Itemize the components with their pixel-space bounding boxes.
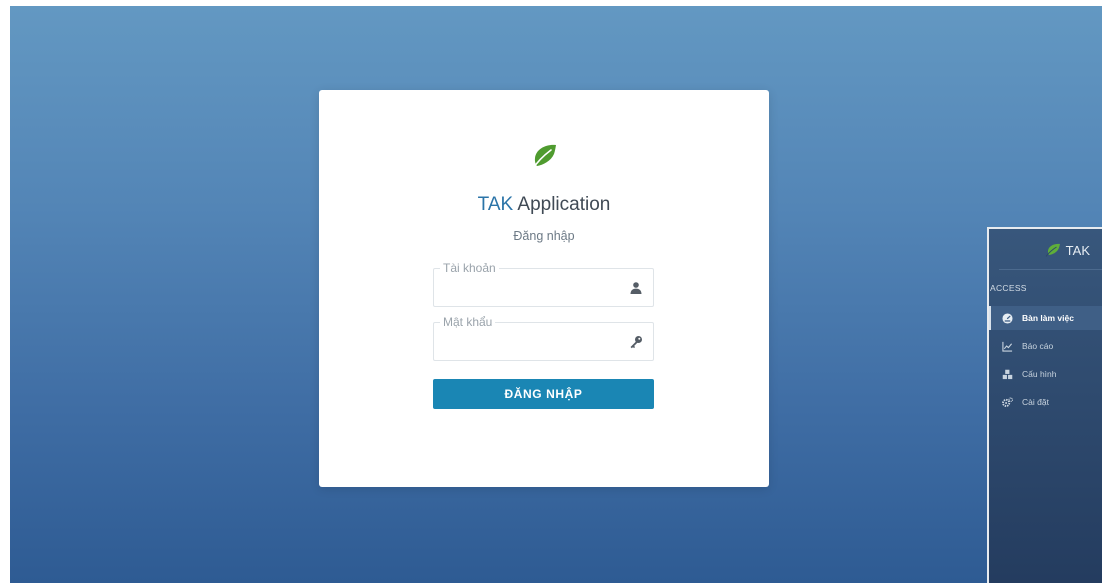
username-field[interactable]: Tài khoản [433,261,654,307]
sidebar-section-label: ACCESS [990,283,1027,293]
login-card: TAK Application Đăng nhập Tài khoản Mật … [319,90,769,487]
username-label: Tài khoản [440,261,499,275]
sidebar-item-label: Cấu hình [1022,369,1057,379]
sidebar-divider [999,269,1102,270]
key-icon [630,336,642,349]
leaf-icon [1045,243,1060,257]
app-title: TAK Application [319,194,769,216]
username-input[interactable] [442,279,622,299]
password-label: Mật khẩu [440,315,496,329]
sidebar-brand[interactable]: TAK [989,229,1102,271]
login-button[interactable]: ĐĂNG NHẬP [433,379,654,409]
password-input[interactable] [442,333,622,353]
app-name: Application [517,194,611,215]
cubes-icon [1002,369,1013,379]
sidebar-item-bao-cao[interactable]: Báo cáo [989,334,1102,358]
dashboard-icon [1002,312,1013,324]
login-subtitle: Đăng nhập [513,229,575,243]
app-brand: TAK [477,194,514,215]
leaf-icon [531,144,556,171]
sidebar-item-label: Bàn làm việc [1022,313,1074,323]
password-field[interactable]: Mật khẩu [433,315,654,361]
line-chart-icon [1002,341,1013,352]
sidebar-item-label: Cài đặt [1022,397,1049,407]
sidebar-panel: TAK ACCESS Bàn làm việc Báo cáo Cấu hình… [987,227,1102,583]
login-background: TAK Application Đăng nhập Tài khoản Mật … [10,6,1102,583]
sidebar-brand-label: TAK [1065,242,1090,258]
sidebar-item-label: Báo cáo [1022,341,1054,351]
sidebar-item-cau-hinh[interactable]: Cấu hình [989,362,1102,386]
user-icon [630,282,642,294]
sidebar-item-ban-lam-viec[interactable]: Bàn làm việc [989,306,1102,330]
gears-icon [1002,396,1013,407]
sidebar-item-cai-dat[interactable]: Cài đặt [989,390,1102,414]
